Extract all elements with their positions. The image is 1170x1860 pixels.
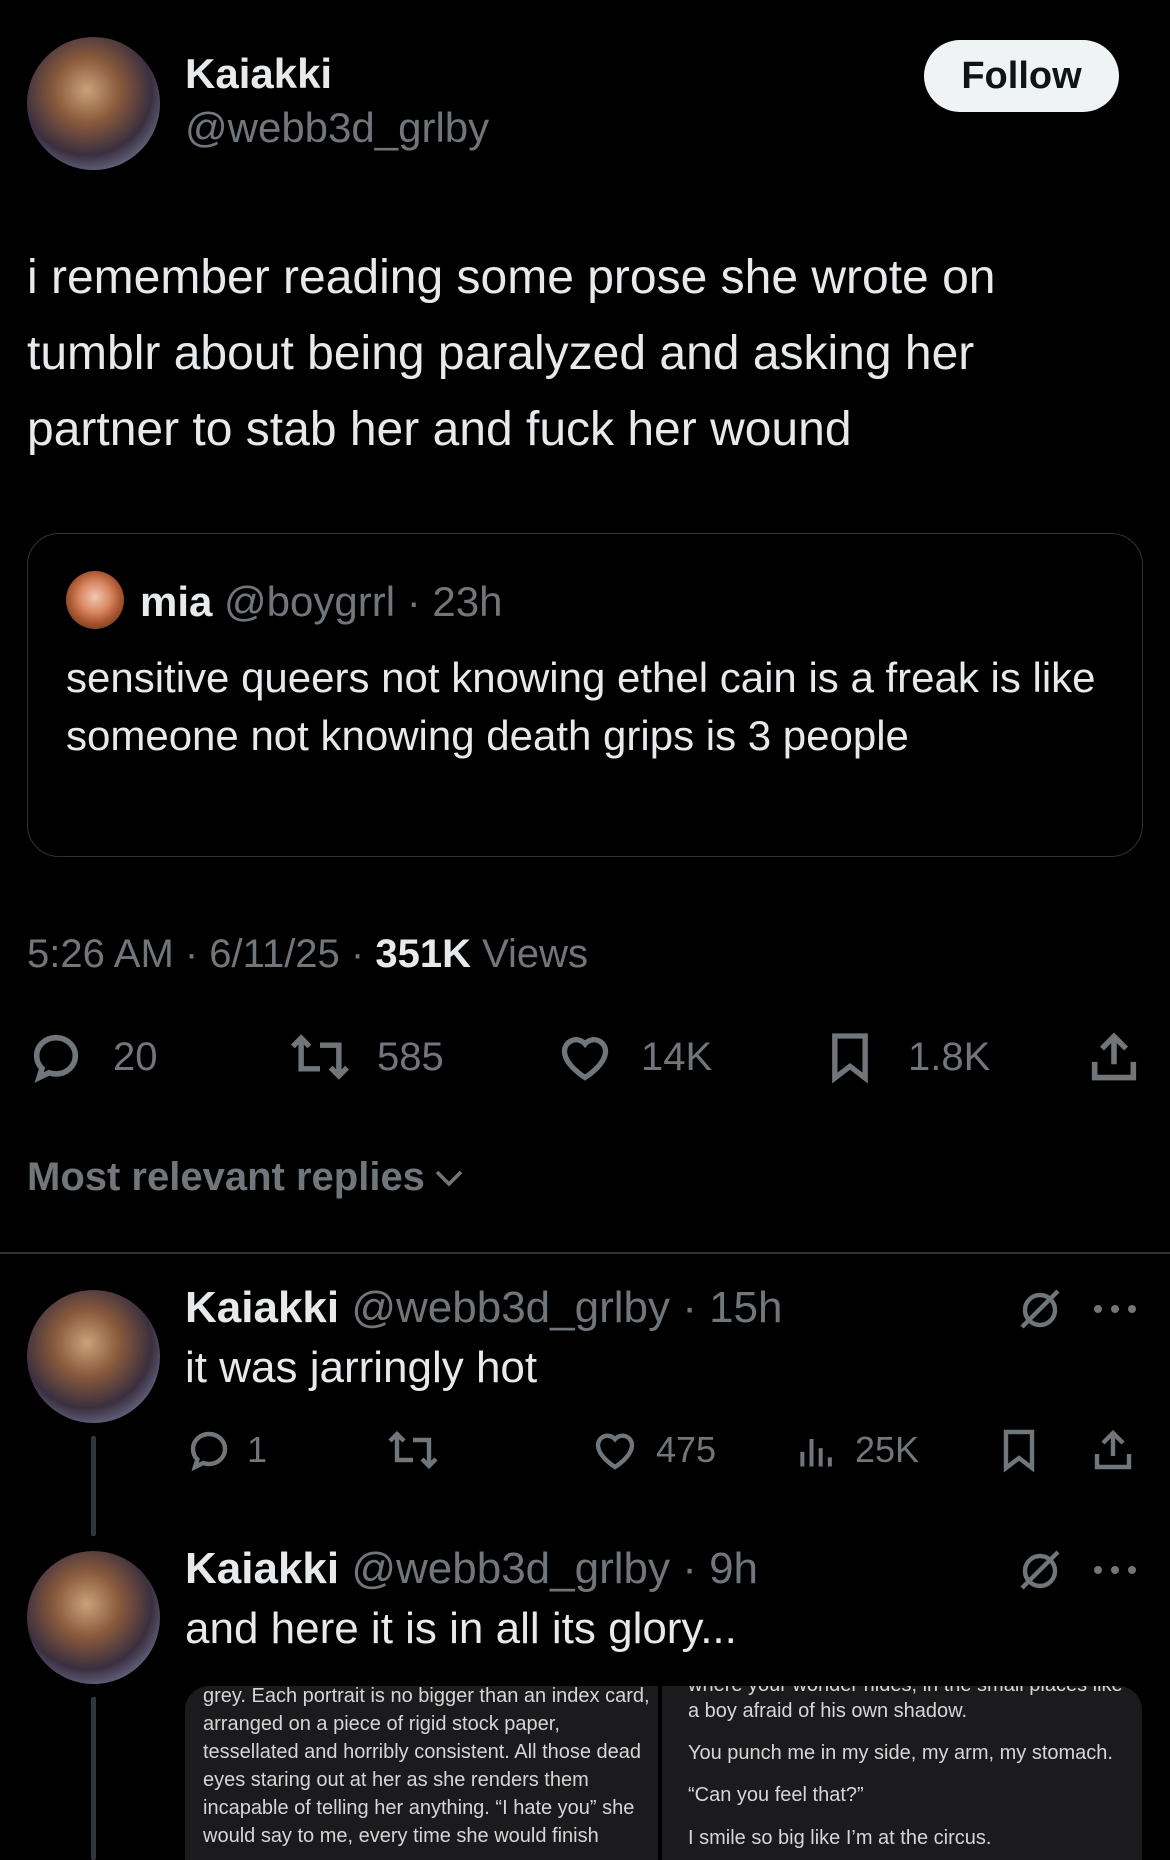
quote-author-avatar — [66, 571, 124, 629]
chevron-down-icon — [435, 1170, 463, 1187]
attached-image-right[interactable]: where your wonder hides, in the small pl… — [662, 1686, 1142, 1860]
bookmark-icon — [1003, 1429, 1035, 1473]
views-label: Views — [470, 932, 589, 976]
reply-author-handle[interactable]: @webb3d_grlby — [351, 1544, 670, 1593]
replies-sort-dropdown[interactable]: Most relevant replies — [27, 1155, 467, 1200]
grok-icon[interactable] — [1016, 1546, 1064, 1594]
thread-line — [91, 1697, 96, 1860]
author-handle[interactable]: @webb3d_grlby — [185, 104, 489, 152]
reply-age: · 9h — [669, 1544, 759, 1593]
post-meta: 5:26 AM · 6/11/25 · 351K Views — [27, 932, 588, 977]
quote-header: mia @boygrrl · 23h — [140, 578, 502, 626]
reply-icon — [33, 1034, 79, 1083]
repost-button[interactable]: 585 — [287, 1027, 444, 1087]
quote-author-handle: @boygrrl — [224, 578, 396, 625]
replies-sort-label: Most relevant replies — [27, 1155, 425, 1199]
quote-author-name: mia — [140, 578, 213, 625]
reply-share-button[interactable] — [1089, 1425, 1137, 1475]
like-button[interactable]: 14K — [555, 1027, 712, 1087]
bookmark-button[interactable]: 1.8K — [822, 1027, 990, 1087]
more-options-icon[interactable] — [1092, 1560, 1138, 1580]
post-timestamp: 5:26 AM · 6/11/25 · — [27, 932, 376, 976]
image-right-line: I smile so big like I’m at the circus. — [688, 1827, 992, 1849]
image-right-line: “Can you feel that?” — [688, 1784, 864, 1806]
reply-reply-button[interactable]: 1 — [185, 1425, 267, 1475]
reply-views-button[interactable]: 25K — [795, 1425, 919, 1475]
bookmark-icon — [832, 1033, 868, 1084]
follow-button[interactable]: Follow — [924, 40, 1119, 112]
reply-like-button[interactable]: 475 — [590, 1425, 716, 1475]
reply-text: and here it is in all its glory... — [185, 1604, 737, 1653]
reply-count: 20 — [113, 1034, 158, 1079]
reply-repost-button[interactable] — [385, 1425, 441, 1475]
views-icon — [800, 1439, 832, 1467]
section-divider — [0, 1252, 1170, 1254]
attached-image-left[interactable]: grey. Each portrait is no bigger than an… — [185, 1686, 658, 1860]
share-icon — [1094, 1429, 1132, 1470]
heart-icon — [561, 1037, 609, 1081]
reply-author-handle[interactable]: @webb3d_grlby — [351, 1283, 670, 1332]
author-avatar[interactable] — [27, 37, 160, 170]
reply-author-name[interactable]: Kaiakki — [185, 1544, 339, 1593]
reply-age: · 15h — [669, 1283, 783, 1332]
reply-views-count: 25K — [855, 1429, 920, 1470]
reply-header: Kaiakki @webb3d_grlby · 9h — [185, 1544, 758, 1594]
thread-line — [91, 1436, 96, 1536]
reply-author-avatar[interactable] — [27, 1551, 160, 1684]
reply-author-avatar[interactable] — [27, 1290, 160, 1423]
views-count: 351K — [375, 932, 471, 976]
reply-text: it was jarringly hot — [185, 1343, 538, 1392]
bookmark-count: 1.8K — [908, 1034, 991, 1079]
post-text: i remember reading some prose she wrote … — [27, 251, 996, 456]
image-right-line: You punch me in my side, my arm, my stom… — [688, 1742, 1113, 1764]
reply-icon — [190, 1431, 228, 1472]
like-count: 14K — [641, 1034, 713, 1079]
quoted-post-card[interactable]: mia @boygrrl · 23h sensitive queers not … — [27, 533, 1143, 857]
reply-button[interactable]: 20 — [27, 1027, 158, 1087]
image-left-text: grey. Each portrait is no bigger than an… — [203, 1686, 650, 1847]
reply-header: Kaiakki @webb3d_grlby · 15h — [185, 1283, 783, 1333]
share-button[interactable] — [1085, 1027, 1143, 1087]
reply-reply-count: 1 — [247, 1429, 268, 1470]
grok-icon[interactable] — [1016, 1285, 1064, 1333]
reply-like-count: 475 — [656, 1429, 717, 1470]
repost-count: 585 — [377, 1034, 444, 1079]
reply-author-name[interactable]: Kaiakki — [185, 1283, 339, 1332]
image-right-line: a boy afraid of his own shadow. — [688, 1700, 968, 1722]
more-options-icon[interactable] — [1092, 1299, 1138, 1319]
repost-icon — [290, 1034, 350, 1080]
quote-age: · 23h — [395, 578, 503, 625]
repost-icon — [388, 1430, 438, 1470]
heart-icon — [595, 1433, 635, 1470]
author-name[interactable]: Kaiakki — [185, 50, 332, 98]
quote-text: sensitive queers not knowing ethel cain … — [66, 654, 1096, 759]
reply-bookmark-button[interactable] — [995, 1425, 1043, 1475]
share-icon — [1091, 1032, 1137, 1081]
